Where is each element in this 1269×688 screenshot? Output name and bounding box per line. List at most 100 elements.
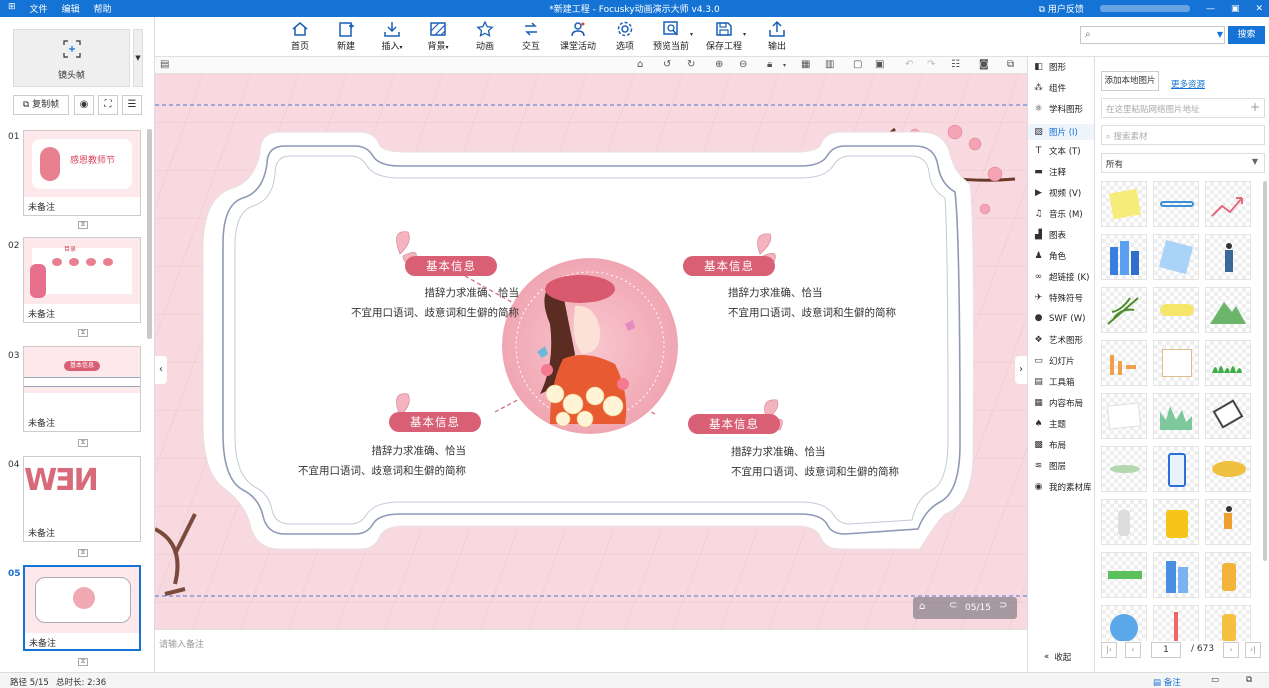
asset-sticky-note[interactable] (1101, 181, 1147, 227)
block-line2-bottom-left[interactable]: 不宜用口语词、歧意词和生僻的简称 (267, 461, 466, 481)
subtitle-icon[interactable]: ▭ (1211, 675, 1219, 685)
collapse-left-icon[interactable]: ‹ (155, 356, 167, 384)
transition-icon[interactable]: ⧖ (78, 329, 88, 337)
block-line2-top-right[interactable]: 不宜用口语词、歧意词和生僻的简称 (728, 303, 896, 323)
asset-search-input[interactable]: ⌕ 搜索素材 (1101, 125, 1265, 145)
nav-chart[interactable]: ▟ 图表 (1033, 229, 1066, 242)
editing-canvas[interactable]: 基本信息 措辞力求准确、恰当 不宜用口语词、歧意词和生僻的简称 基本信息 措辞力… (155, 74, 1027, 629)
asset-phone[interactable] (1153, 446, 1199, 492)
block-line1-top-right[interactable]: 措辞力求准确、恰当 (728, 283, 823, 303)
asset-bars[interactable] (1101, 340, 1147, 386)
nav-subject-graphics[interactable]: ⚛ 学科图形 (1033, 103, 1083, 116)
nav-my-library[interactable]: ◉ 我的素材库 (1033, 481, 1092, 494)
asset-thermometer[interactable] (1101, 499, 1147, 545)
close-icon[interactable]: ✕ (1255, 4, 1263, 14)
rotate-left-icon[interactable]: ↺ (663, 59, 671, 70)
page-number-input[interactable]: 1 (1151, 642, 1181, 658)
align-icon[interactable]: ▥ (825, 59, 834, 70)
asset-hat[interactable] (1205, 446, 1251, 492)
block-title-bottom-left[interactable]: 基本信息 (389, 412, 481, 432)
block-line2-bottom-right[interactable]: 不宜用口语词、歧意词和生僻的简称 (731, 462, 899, 482)
nav-layout[interactable]: ▩ 布局 (1033, 439, 1066, 452)
fullscreen-icon[interactable]: ⧉ (1246, 675, 1252, 685)
asset-grass[interactable] (1205, 340, 1251, 386)
nav-music[interactable]: ♫ 音乐 (M) (1033, 208, 1082, 221)
grid-icon[interactable]: ▦ (801, 59, 810, 70)
nav-hyperlink[interactable]: ∞ 超链接 (K) (1033, 271, 1090, 284)
asset-splash[interactable] (1101, 605, 1147, 641)
slide-scrollbar[interactable] (147, 129, 152, 339)
search-button[interactable]: 搜索 (1228, 26, 1265, 44)
minimize-icon[interactable]: — (1206, 4, 1215, 14)
crop-button[interactable]: ⛶ (98, 95, 118, 115)
block-line1-bottom-right[interactable]: 措辞力求准确、恰当 (731, 442, 826, 462)
transition-icon[interactable]: ⧖ (78, 658, 88, 666)
menu-help[interactable]: 帮助 (94, 2, 112, 15)
asset-scrollbar[interactable] (1263, 181, 1267, 561)
animation-button[interactable]: 动画 (460, 21, 510, 52)
nav-prev-icon[interactable]: ⊂ (949, 600, 957, 611)
category-select[interactable]: 所有 ▼ (1101, 153, 1265, 173)
next-page-icon[interactable]: › (1223, 642, 1239, 658)
nav-components[interactable]: ⁂ 组件 (1033, 82, 1066, 95)
nav-toolbox[interactable]: ▤ 工具箱 (1033, 376, 1074, 389)
first-page-icon[interactable]: |‹ (1101, 642, 1117, 658)
menu-edit[interactable]: 编辑 (62, 2, 80, 15)
export-button[interactable]: 输出 (752, 21, 802, 52)
nav-character[interactable]: ♟ 角色 (1033, 250, 1066, 263)
asset-bamboo[interactable] (1101, 287, 1147, 333)
asset-walking-person[interactable] (1205, 499, 1251, 545)
nav-symbols[interactable]: ✈ 特殊符号 (1033, 292, 1083, 305)
camera-frame-button[interactable]: 镜头帧 (13, 29, 130, 87)
last-page-icon[interactable]: ›| (1245, 642, 1261, 658)
asset-spray-bottle[interactable] (1205, 552, 1251, 598)
transition-icon[interactable]: ⧖ (78, 221, 88, 229)
asset-buildings[interactable] (1101, 234, 1147, 280)
feedback-link[interactable]: ⧉ 用户反馈 (1039, 2, 1084, 15)
background-button[interactable]: 背景▾ (413, 21, 463, 52)
slide-thumbnail-3[interactable]: 基本信息 未备注 (23, 346, 141, 432)
asset-blue-cube[interactable] (1153, 234, 1199, 280)
block-line1-bottom-left[interactable]: 措辞力求准确、恰当 (350, 441, 467, 461)
asset-skyscraper[interactable] (1153, 552, 1199, 598)
add-local-image-button[interactable]: 添加本地图片 (1101, 71, 1159, 91)
home-button[interactable]: 首页 (275, 21, 325, 52)
undo-icon[interactable]: ↶ (905, 59, 913, 70)
block-line2-top-left[interactable]: 不宜用口语词、歧意词和生僻的简称 (270, 303, 519, 323)
properties-icon[interactable]: ☷ (951, 59, 960, 70)
prev-page-icon[interactable]: ‹ (1125, 642, 1141, 658)
save-dropdown-icon[interactable]: ▾ (743, 31, 746, 38)
nav-shapes[interactable]: ◧ 图形 (1033, 61, 1066, 74)
asset-suitcase[interactable] (1153, 499, 1199, 545)
account-blurred[interactable] (1099, 5, 1190, 12)
asset-pencils[interactable] (1153, 605, 1199, 641)
transition-icon[interactable]: ⧖ (78, 439, 88, 447)
asset-green-grass-2[interactable] (1153, 393, 1199, 439)
interaction-button[interactable]: 交互 (506, 21, 556, 52)
lock-icon[interactable]: 🔒︎ (767, 59, 772, 70)
maximize-icon[interactable]: ▣ (1231, 4, 1240, 14)
nav-text[interactable]: T 文本 (T) (1033, 145, 1081, 158)
paste-icon[interactable]: ▣ (875, 59, 884, 70)
asset-paperclip[interactable] (1153, 181, 1199, 227)
menu-file[interactable]: 文件 (30, 2, 48, 15)
asset-torn-paper[interactable] (1101, 393, 1147, 439)
options-button[interactable]: 选项 (600, 21, 650, 52)
block-title-top-right[interactable]: 基本信息 (683, 256, 775, 276)
asset-person-standing[interactable] (1205, 234, 1251, 280)
note-input[interactable]: 请输入备注 (155, 629, 1027, 672)
asset-reading-person[interactable] (1205, 605, 1251, 641)
block-title-bottom-right[interactable]: 基本信息 (688, 414, 780, 434)
nav-images[interactable]: ▨ 图片 (I) (1028, 124, 1094, 140)
transition-icon[interactable]: ⧖ (78, 549, 88, 557)
nav-swf[interactable]: ● SWF (W) (1033, 313, 1086, 324)
asset-open-book[interactable] (1153, 340, 1199, 386)
add-icon[interactable]: + (1250, 100, 1260, 114)
asset-leaf[interactable] (1101, 446, 1147, 492)
asset-growth-chart[interactable] (1205, 181, 1251, 227)
nav-art-graphics[interactable]: ❖ 艺术图形 (1033, 334, 1083, 347)
classroom-activity-button[interactable]: 课堂活动 (552, 21, 604, 52)
lock-dropdown-icon[interactable]: ▾ (783, 62, 786, 69)
preview-dropdown-icon[interactable]: ▾ (690, 31, 693, 38)
settings-button[interactable]: ☰ (122, 95, 142, 115)
